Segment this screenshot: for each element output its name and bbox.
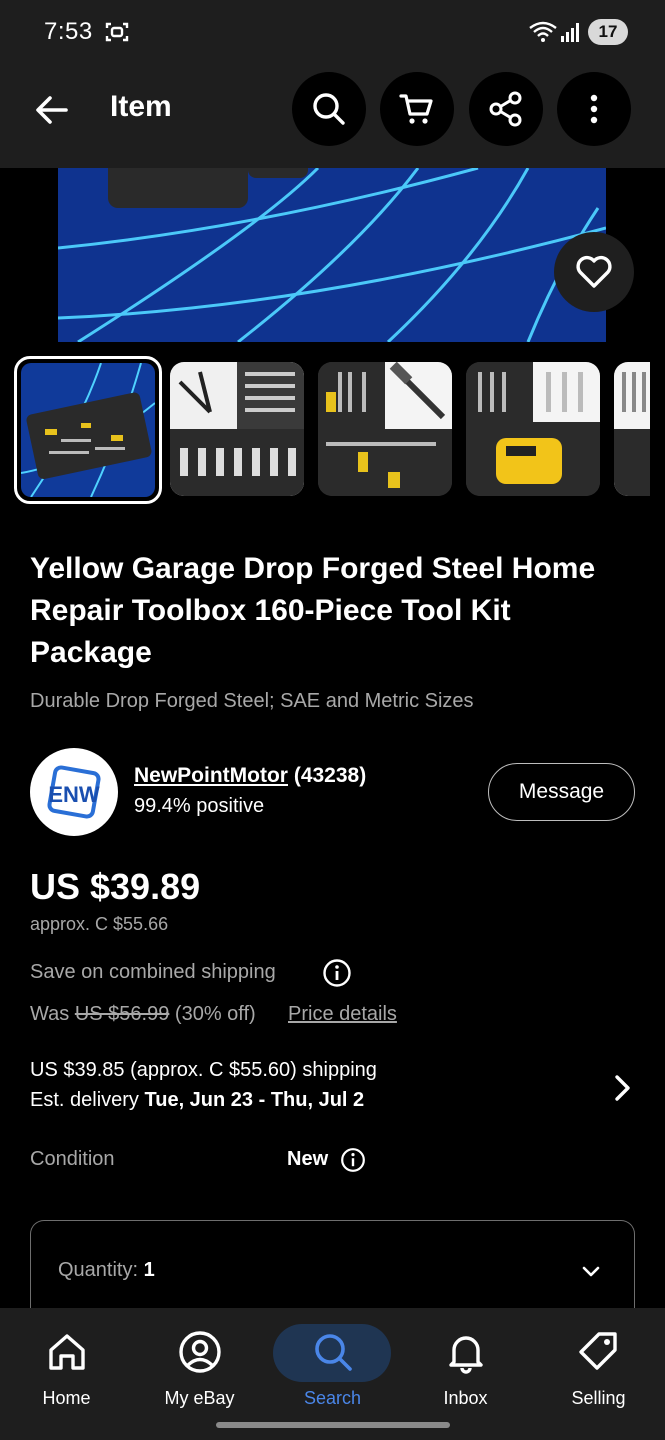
thumbnail-5[interactable] [614,362,650,496]
seller-feedback-count: (43238) [293,764,367,787]
nav-my-ebay[interactable]: My eBay [133,1308,266,1418]
seller-logo: ENW [47,765,101,819]
nav-my-ebay-label: My eBay [164,1388,235,1408]
estimated-delivery[interactable]: Est. delivery Tue, Jun 23 - Thu, Jul 2 [30,1089,364,1112]
nav-inbox[interactable]: Inbox [399,1308,532,1418]
thumbnail-2[interactable] [170,362,304,496]
page-title: Item [110,90,172,123]
product-main-image [58,168,606,342]
nav-selling[interactable]: Selling [532,1308,665,1418]
tag-icon [578,1332,617,1370]
seller-rating: 99.4% positive [134,795,265,817]
thumbnail-3[interactable] [318,362,452,496]
was-label: Was [30,1003,70,1025]
thumbnail-4[interactable] [466,362,600,496]
account-icon [178,1331,221,1373]
delivery-dates: Tue, Jun 23 - Thu, Jul 2 [144,1089,365,1111]
nav-selling-label: Selling [571,1388,626,1408]
cart-icon [399,94,433,124]
product-image-carousel[interactable] [0,168,665,344]
thumbnail-strip [14,356,650,504]
nav-home-label: Home [42,1388,91,1408]
chevron-right-icon[interactable] [606,1072,638,1104]
thumbnail-1[interactable] [14,356,162,504]
more-options-button[interactable] [557,72,631,146]
share-icon [489,91,522,127]
signal-icon [561,23,579,42]
condition-label: Condition [30,1148,115,1170]
wifi-icon [529,21,557,42]
message-seller-button[interactable]: Message [488,763,635,821]
status-bar: 7:53 17 [0,0,665,62]
search-icon [313,93,345,125]
product-subtitle: Durable Drop Forged Steel; SAE and Metri… [30,690,474,712]
condition-info-icon[interactable] [340,1147,366,1173]
bottom-navigation: Home My eBay Search Inbox Selling [0,1308,665,1440]
quantity-label: Quantity: 1 [58,1259,155,1282]
battery-indicator: 17 [588,19,628,45]
more-vertical-icon [590,94,598,124]
price-details-link[interactable]: Price details [288,1003,397,1026]
product-title: Yellow Garage Drop Forged Steel Home Rep… [30,552,596,669]
search-button[interactable] [292,72,366,146]
quantity-caption: Quantity: [58,1259,139,1281]
cart-button[interactable] [380,72,454,146]
bell-icon [448,1336,483,1374]
delivery-label: Est. delivery [30,1089,139,1111]
discount-percent: (30% off) [174,1003,256,1025]
status-time: 7:53 [44,18,93,45]
heart-icon [576,255,612,288]
home-indicator[interactable] [216,1422,450,1428]
shipping-cost[interactable]: US $39.85 (approx. C $55.60) shipping [30,1059,377,1082]
nav-inbox-label: Inbox [443,1388,488,1408]
quantity-value: 1 [143,1259,155,1281]
price-approx: approx. C $55.66 [30,914,169,934]
was-price-row: Was US $56.99 (30% off) [30,1003,256,1026]
seller-avatar[interactable]: ENW [30,748,118,836]
item-price: US $39.89 [30,866,201,907]
combined-shipping-text: Save on combined shipping [30,961,276,983]
nav-search[interactable]: Search [266,1308,399,1418]
svg-text:ENW: ENW [48,782,100,807]
info-icon[interactable] [322,958,352,988]
back-arrow-icon[interactable] [28,86,76,134]
nav-home[interactable]: Home [0,1308,133,1418]
watch-button[interactable] [554,232,634,312]
screenshot-icon [105,22,129,42]
home-icon [48,1334,85,1370]
was-price: US $56.99 [74,1003,170,1025]
search-icon [314,1334,352,1371]
chevron-down-icon[interactable] [578,1259,604,1285]
condition-value: New [287,1148,329,1170]
share-button[interactable] [469,72,543,146]
seller-name-row[interactable]: NewPointMotor (43238) [134,764,366,788]
nav-search-label: Search [303,1388,362,1408]
seller-name-link[interactable]: NewPointMotor [134,764,288,787]
app-bar: Item [0,62,665,168]
